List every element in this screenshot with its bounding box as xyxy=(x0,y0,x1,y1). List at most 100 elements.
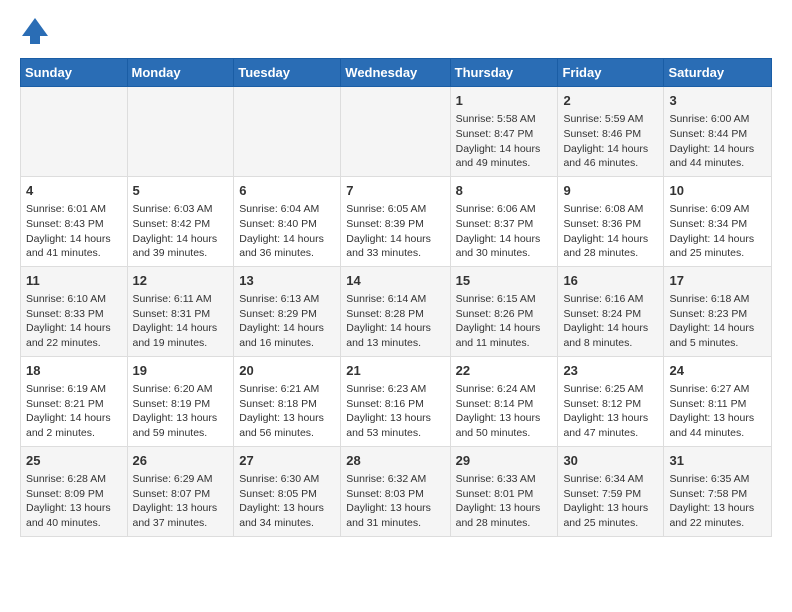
day-info: Sunrise: 6:03 AM Sunset: 8:42 PM Dayligh… xyxy=(133,202,229,261)
day-info: Sunrise: 6:35 AM Sunset: 7:58 PM Dayligh… xyxy=(669,472,766,531)
header-day-thursday: Thursday xyxy=(450,59,558,87)
header-day-saturday: Saturday xyxy=(664,59,772,87)
day-number: 18 xyxy=(26,362,122,380)
header-day-monday: Monday xyxy=(127,59,234,87)
day-info: Sunrise: 6:27 AM Sunset: 8:11 PM Dayligh… xyxy=(669,382,766,441)
calendar-cell: 27 Sunrise: 6:30 AM Sunset: 8:05 PM Dayli… xyxy=(234,446,341,536)
calendar-cell: 4 Sunrise: 6:01 AM Sunset: 8:43 PM Daylig… xyxy=(21,176,128,266)
day-info: Sunrise: 5:58 AM Sunset: 8:47 PM Dayligh… xyxy=(456,112,553,171)
calendar-cell xyxy=(127,87,234,177)
calendar-week-3: 11 Sunrise: 6:10 AM Sunset: 8:33 PM Dayli… xyxy=(21,266,772,356)
day-number: 4 xyxy=(26,182,122,200)
day-number: 5 xyxy=(133,182,229,200)
day-info: Sunrise: 6:06 AM Sunset: 8:37 PM Dayligh… xyxy=(456,202,553,261)
day-number: 17 xyxy=(669,272,766,290)
calendar-cell xyxy=(341,87,450,177)
day-info: Sunrise: 6:15 AM Sunset: 8:26 PM Dayligh… xyxy=(456,292,553,351)
day-number: 28 xyxy=(346,452,444,470)
day-number: 26 xyxy=(133,452,229,470)
logo-icon xyxy=(20,16,50,46)
day-info: Sunrise: 6:00 AM Sunset: 8:44 PM Dayligh… xyxy=(669,112,766,171)
day-info: Sunrise: 6:20 AM Sunset: 8:19 PM Dayligh… xyxy=(133,382,229,441)
header-day-wednesday: Wednesday xyxy=(341,59,450,87)
day-info: Sunrise: 6:30 AM Sunset: 8:05 PM Dayligh… xyxy=(239,472,335,531)
day-number: 24 xyxy=(669,362,766,380)
day-info: Sunrise: 6:08 AM Sunset: 8:36 PM Dayligh… xyxy=(563,202,658,261)
day-info: Sunrise: 6:19 AM Sunset: 8:21 PM Dayligh… xyxy=(26,382,122,441)
header-day-sunday: Sunday xyxy=(21,59,128,87)
calendar-cell: 20 Sunrise: 6:21 AM Sunset: 8:18 PM Dayli… xyxy=(234,356,341,446)
calendar-body: 1 Sunrise: 5:58 AM Sunset: 8:47 PM Daylig… xyxy=(21,87,772,537)
day-info: Sunrise: 6:25 AM Sunset: 8:12 PM Dayligh… xyxy=(563,382,658,441)
calendar-week-2: 4 Sunrise: 6:01 AM Sunset: 8:43 PM Daylig… xyxy=(21,176,772,266)
day-number: 16 xyxy=(563,272,658,290)
day-number: 1 xyxy=(456,92,553,110)
calendar-cell: 19 Sunrise: 6:20 AM Sunset: 8:19 PM Dayli… xyxy=(127,356,234,446)
day-number: 2 xyxy=(563,92,658,110)
day-number: 9 xyxy=(563,182,658,200)
calendar-cell: 10Sunrise: 6:09 AM Sunset: 8:34 PM Dayli… xyxy=(664,176,772,266)
day-info: Sunrise: 6:34 AM Sunset: 7:59 PM Dayligh… xyxy=(563,472,658,531)
day-info: Sunrise: 6:14 AM Sunset: 8:28 PM Dayligh… xyxy=(346,292,444,351)
day-info: Sunrise: 6:32 AM Sunset: 8:03 PM Dayligh… xyxy=(346,472,444,531)
day-number: 22 xyxy=(456,362,553,380)
day-info: Sunrise: 5:59 AM Sunset: 8:46 PM Dayligh… xyxy=(563,112,658,171)
day-info: Sunrise: 6:01 AM Sunset: 8:43 PM Dayligh… xyxy=(26,202,122,261)
calendar-cell: 6 Sunrise: 6:04 AM Sunset: 8:40 PM Daylig… xyxy=(234,176,341,266)
day-number: 7 xyxy=(346,182,444,200)
calendar-cell: 1 Sunrise: 5:58 AM Sunset: 8:47 PM Daylig… xyxy=(450,87,558,177)
header-day-tuesday: Tuesday xyxy=(234,59,341,87)
day-info: Sunrise: 6:29 AM Sunset: 8:07 PM Dayligh… xyxy=(133,472,229,531)
calendar-cell: 30 Sunrise: 6:34 AM Sunset: 7:59 PM Dayli… xyxy=(558,446,664,536)
calendar-cell: 9 Sunrise: 6:08 AM Sunset: 8:36 PM Daylig… xyxy=(558,176,664,266)
header-row: SundayMondayTuesdayWednesdayThursdayFrid… xyxy=(21,59,772,87)
calendar-cell: 2 Sunrise: 5:59 AM Sunset: 8:46 PM Daylig… xyxy=(558,87,664,177)
calendar-cell: 21 Sunrise: 6:23 AM Sunset: 8:16 PM Dayli… xyxy=(341,356,450,446)
day-info: Sunrise: 6:21 AM Sunset: 8:18 PM Dayligh… xyxy=(239,382,335,441)
calendar-cell: 17 Sunrise: 6:18 AM Sunset: 8:23 PM Dayli… xyxy=(664,266,772,356)
calendar-cell: 13Sunrise: 6:13 AM Sunset: 8:29 PM Dayli… xyxy=(234,266,341,356)
calendar-cell: 16 Sunrise: 6:16 AM Sunset: 8:24 PM Dayli… xyxy=(558,266,664,356)
day-number: 25 xyxy=(26,452,122,470)
day-number: 21 xyxy=(346,362,444,380)
day-number: 3 xyxy=(669,92,766,110)
day-number: 10 xyxy=(669,182,766,200)
calendar-cell xyxy=(21,87,128,177)
day-info: Sunrise: 6:23 AM Sunset: 8:16 PM Dayligh… xyxy=(346,382,444,441)
day-info: Sunrise: 6:33 AM Sunset: 8:01 PM Dayligh… xyxy=(456,472,553,531)
day-number: 6 xyxy=(239,182,335,200)
day-info: Sunrise: 6:10 AM Sunset: 8:33 PM Dayligh… xyxy=(26,292,122,351)
calendar-cell: 11 Sunrise: 6:10 AM Sunset: 8:33 PM Dayli… xyxy=(21,266,128,356)
calendar-cell: 5 Sunrise: 6:03 AM Sunset: 8:42 PM Daylig… xyxy=(127,176,234,266)
calendar-cell: 26 Sunrise: 6:29 AM Sunset: 8:07 PM Dayli… xyxy=(127,446,234,536)
day-number: 19 xyxy=(133,362,229,380)
day-info: Sunrise: 6:18 AM Sunset: 8:23 PM Dayligh… xyxy=(669,292,766,351)
day-number: 12 xyxy=(133,272,229,290)
day-info: Sunrise: 6:05 AM Sunset: 8:39 PM Dayligh… xyxy=(346,202,444,261)
day-info: Sunrise: 6:04 AM Sunset: 8:40 PM Dayligh… xyxy=(239,202,335,261)
day-number: 20 xyxy=(239,362,335,380)
day-number: 23 xyxy=(563,362,658,380)
calendar-header: SundayMondayTuesdayWednesdayThursdayFrid… xyxy=(21,59,772,87)
day-info: Sunrise: 6:16 AM Sunset: 8:24 PM Dayligh… xyxy=(563,292,658,351)
logo xyxy=(20,16,54,46)
calendar-cell: 25Sunrise: 6:28 AM Sunset: 8:09 PM Dayli… xyxy=(21,446,128,536)
calendar-cell: 18 Sunrise: 6:19 AM Sunset: 8:21 PM Dayli… xyxy=(21,356,128,446)
calendar-week-1: 1 Sunrise: 5:58 AM Sunset: 8:47 PM Daylig… xyxy=(21,87,772,177)
day-number: 14 xyxy=(346,272,444,290)
calendar-week-5: 25Sunrise: 6:28 AM Sunset: 8:09 PM Dayli… xyxy=(21,446,772,536)
day-number: 8 xyxy=(456,182,553,200)
day-number: 27 xyxy=(239,452,335,470)
calendar-week-4: 18 Sunrise: 6:19 AM Sunset: 8:21 PM Dayli… xyxy=(21,356,772,446)
calendar-cell: 23 Sunrise: 6:25 AM Sunset: 8:12 PM Dayli… xyxy=(558,356,664,446)
day-number: 11 xyxy=(26,272,122,290)
calendar-cell: 15 Sunrise: 6:15 AM Sunset: 8:26 PM Dayli… xyxy=(450,266,558,356)
calendar-cell: 3 Sunrise: 6:00 AM Sunset: 8:44 PM Daylig… xyxy=(664,87,772,177)
day-number: 15 xyxy=(456,272,553,290)
calendar-cell: 31Sunrise: 6:35 AM Sunset: 7:58 PM Dayli… xyxy=(664,446,772,536)
day-number: 30 xyxy=(563,452,658,470)
main-container: SundayMondayTuesdayWednesdayThursdayFrid… xyxy=(0,0,792,553)
calendar-cell: 22Sunrise: 6:24 AM Sunset: 8:14 PM Dayli… xyxy=(450,356,558,446)
calendar-cell xyxy=(234,87,341,177)
header xyxy=(20,16,772,46)
